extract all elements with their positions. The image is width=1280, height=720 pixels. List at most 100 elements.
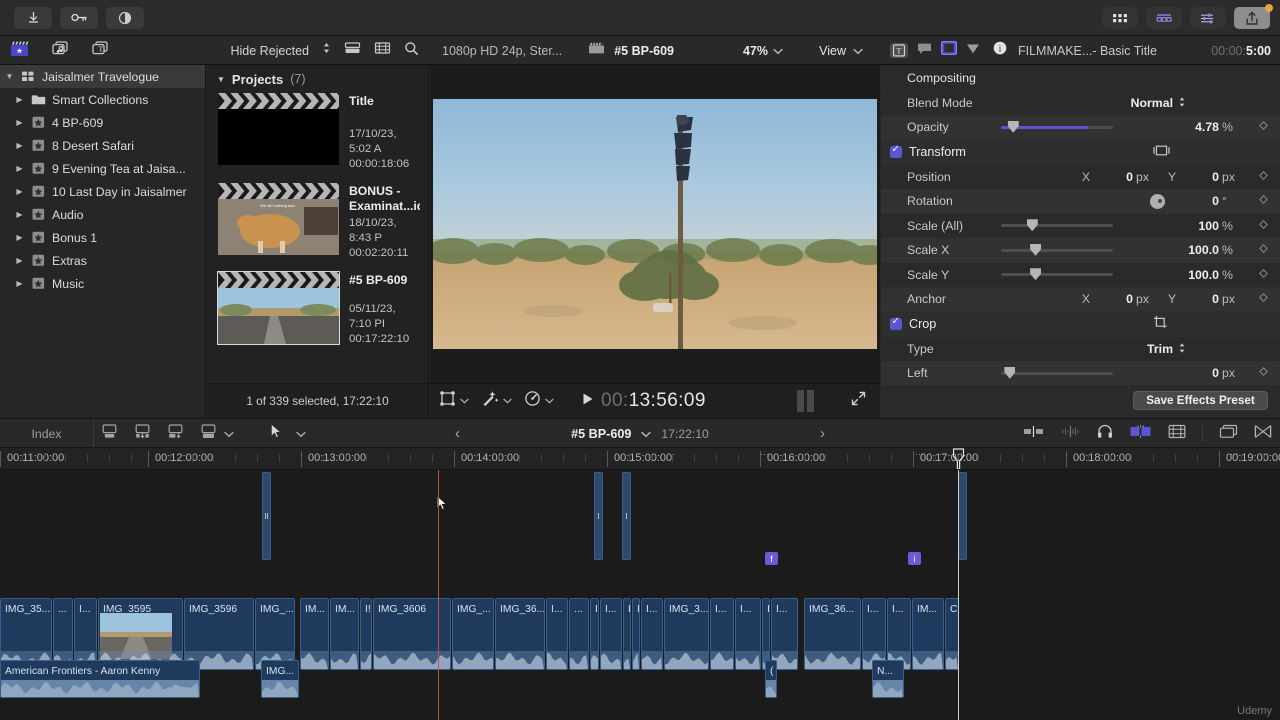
popup-stepper-icon[interactable] xyxy=(1178,342,1186,355)
inspector-row-scale-y[interactable]: Scale Y 100.0% xyxy=(881,262,1280,287)
keyframe-button[interactable] xyxy=(1246,195,1280,207)
skimmer[interactable] xyxy=(958,470,959,720)
inspector-group-transform[interactable]: Transform xyxy=(881,139,1280,164)
browser-grid-icon[interactable] xyxy=(1102,7,1138,29)
timeline-clip[interactable]: IMG_36... xyxy=(804,598,861,670)
sidebar-item-10-last-day-in-jaisalmer[interactable]: ▶ 10 Last Day in Jaisalmer xyxy=(0,180,205,203)
inspector-row-anchor[interactable]: Anchor X 0 px Y 0 px xyxy=(881,286,1280,311)
enhancements-chevron-down-icon[interactable] xyxy=(503,397,512,406)
insert-icon[interactable] xyxy=(133,423,152,445)
retime-icon[interactable] xyxy=(524,390,541,412)
crop-enable-checkbox[interactable] xyxy=(890,316,902,330)
clapperboard-icon[interactable] xyxy=(10,40,29,62)
timeline-clip[interactable]: IMG_3606 xyxy=(373,598,451,670)
crop-onscreen-icon[interactable] xyxy=(1153,315,1168,332)
opacity-slider[interactable] xyxy=(1001,120,1113,133)
clip-thumbnail[interactable] xyxy=(217,271,340,345)
enhancements-icon[interactable] xyxy=(481,390,499,412)
color-inspector-icon[interactable] xyxy=(966,42,980,60)
sidebar-item-music[interactable]: ▶ Music xyxy=(0,272,205,295)
keyframe-button[interactable] xyxy=(1246,244,1280,256)
transform-enable-checkbox[interactable] xyxy=(890,144,902,158)
popup-stepper-icon[interactable] xyxy=(1178,96,1186,109)
timeline-clip[interactable]: I... xyxy=(600,598,622,670)
timeline-marker[interactable]: f xyxy=(765,552,778,565)
retime-chevron-down-icon[interactable] xyxy=(545,397,554,406)
browser-section-header[interactable]: ▼ Projects (7) xyxy=(207,65,428,93)
timeline-index-button[interactable]: Index xyxy=(0,419,94,448)
inspector-row-scale-x[interactable]: Scale X 100.0% xyxy=(881,237,1280,262)
search-icon[interactable] xyxy=(404,41,419,61)
timeline-canvas[interactable]: RRCG 人人素材 IIIIfiIMG_35......I...IMG_3595… xyxy=(0,470,1280,720)
text-inspector-icon[interactable]: T xyxy=(890,43,908,58)
connected-clip[interactable]: I xyxy=(622,472,631,560)
next-project-icon[interactable]: › xyxy=(820,425,825,442)
browser-clip-item[interactable]: Title 17/10/23, 5:02 A 00:00:18:06 xyxy=(207,93,428,172)
info-inspector-icon[interactable]: i xyxy=(993,41,1007,60)
project-chevron-down-icon[interactable] xyxy=(641,425,652,443)
timeline-clip[interactable]: I... xyxy=(641,598,663,670)
snapping-icon[interactable] xyxy=(1129,424,1152,444)
playhead[interactable] xyxy=(438,470,439,720)
playhead-handle[interactable] xyxy=(952,448,965,469)
inspector-row-type[interactable]: Type Trim xyxy=(881,336,1280,361)
timeline-clip[interactable]: IMG_... xyxy=(452,598,494,670)
scale-x-slider[interactable] xyxy=(1001,243,1113,256)
dark-mode-icon[interactable] xyxy=(106,6,144,29)
timeline-index-icon[interactable] xyxy=(1168,424,1186,444)
view-chevron-down-icon[interactable] xyxy=(853,42,863,60)
timeline-clip[interactable]: I xyxy=(632,598,640,670)
viewer-panel[interactable] xyxy=(430,65,880,383)
filter-stepper-icon[interactable] xyxy=(322,41,331,60)
viewer-timecode[interactable]: 00:13:56:09 xyxy=(601,390,706,412)
clip-skimming-icon[interactable] xyxy=(1023,425,1044,443)
transform-onscreen-icon[interactable] xyxy=(1153,145,1170,159)
timeline-icon[interactable] xyxy=(1146,7,1182,29)
value-field[interactable]: 4.78 xyxy=(1195,120,1219,134)
timeline-clip[interactable]: IM... xyxy=(330,598,359,670)
inspector-row-left[interactable]: Left 0 px xyxy=(881,360,1280,385)
download-icon[interactable] xyxy=(14,6,52,29)
inspector-row-position[interactable]: Position X 0 px Y 0 px xyxy=(881,164,1280,189)
value-field[interactable]: 100.0 xyxy=(1188,268,1219,282)
popup-value[interactable]: Trim xyxy=(1147,342,1173,356)
append-icon[interactable] xyxy=(100,423,119,445)
keyframe-button[interactable] xyxy=(1246,121,1280,133)
sidebar-item-audio[interactable]: ▶ Audio xyxy=(0,203,205,226)
timeline-audio-clip[interactable]: ( xyxy=(765,660,777,698)
sidebar-item-9-evening-tea-at-jaisa[interactable]: ▶ 9 Evening Tea at Jaisa... xyxy=(0,157,205,180)
disclosure-triangle-icon[interactable]: ▶ xyxy=(14,164,25,173)
timeline-clip[interactable]: C xyxy=(945,598,959,670)
timeline-clip[interactable]: IM... xyxy=(300,598,329,670)
clip-appearance-icon[interactable] xyxy=(344,41,361,60)
browser-filter-label[interactable]: Hide Rejected xyxy=(230,44,309,58)
disclosure-triangle-icon[interactable]: ▼ xyxy=(4,72,15,81)
rotation-dial[interactable] xyxy=(1150,193,1165,209)
transform-chevron-down-icon[interactable] xyxy=(460,397,469,406)
arrow-tool-icon[interactable] xyxy=(270,423,282,444)
connected-clip[interactable]: I xyxy=(594,472,603,560)
key-icon[interactable] xyxy=(60,6,98,29)
disclosure-triangle-icon[interactable]: ▶ xyxy=(14,95,25,104)
fullscreen-icon[interactable] xyxy=(851,391,866,411)
disclosure-triangle-icon[interactable]: ▶ xyxy=(14,233,25,242)
viewer-zoom-value[interactable]: 47% xyxy=(743,44,768,58)
video-inspector-icon[interactable] xyxy=(941,41,957,60)
timeline-clip[interactable]: ... xyxy=(569,598,589,670)
overwrite-icon[interactable] xyxy=(166,423,185,445)
music-photos-icon[interactable] xyxy=(49,40,69,62)
browser-clip-item[interactable]: #5 BP-609 05/11/23, 7:10 PI 00:17:22:10 xyxy=(207,271,428,347)
zoom-chevron-down-icon[interactable] xyxy=(773,42,783,60)
connected-clip[interactable] xyxy=(958,472,967,560)
inspector-row-rotation[interactable]: Rotation 0 ° xyxy=(881,188,1280,213)
x-value-field[interactable]: 0 xyxy=(1126,170,1133,184)
timeline-marker[interactable]: i xyxy=(908,552,921,565)
keyframe-button[interactable] xyxy=(1246,170,1280,183)
inspector-row-scale-all[interactable]: Scale (All) 100% xyxy=(881,213,1280,238)
keyframe-button[interactable] xyxy=(1246,268,1280,281)
transform-icon[interactable] xyxy=(439,390,456,412)
save-effects-preset-button[interactable]: Save Effects Preset xyxy=(1133,391,1268,410)
clip-thumbnail[interactable]: We did nothing bad. xyxy=(218,183,339,255)
inspector-sliders-icon[interactable] xyxy=(1190,7,1226,29)
value-field[interactable]: 100.0 xyxy=(1188,243,1219,257)
